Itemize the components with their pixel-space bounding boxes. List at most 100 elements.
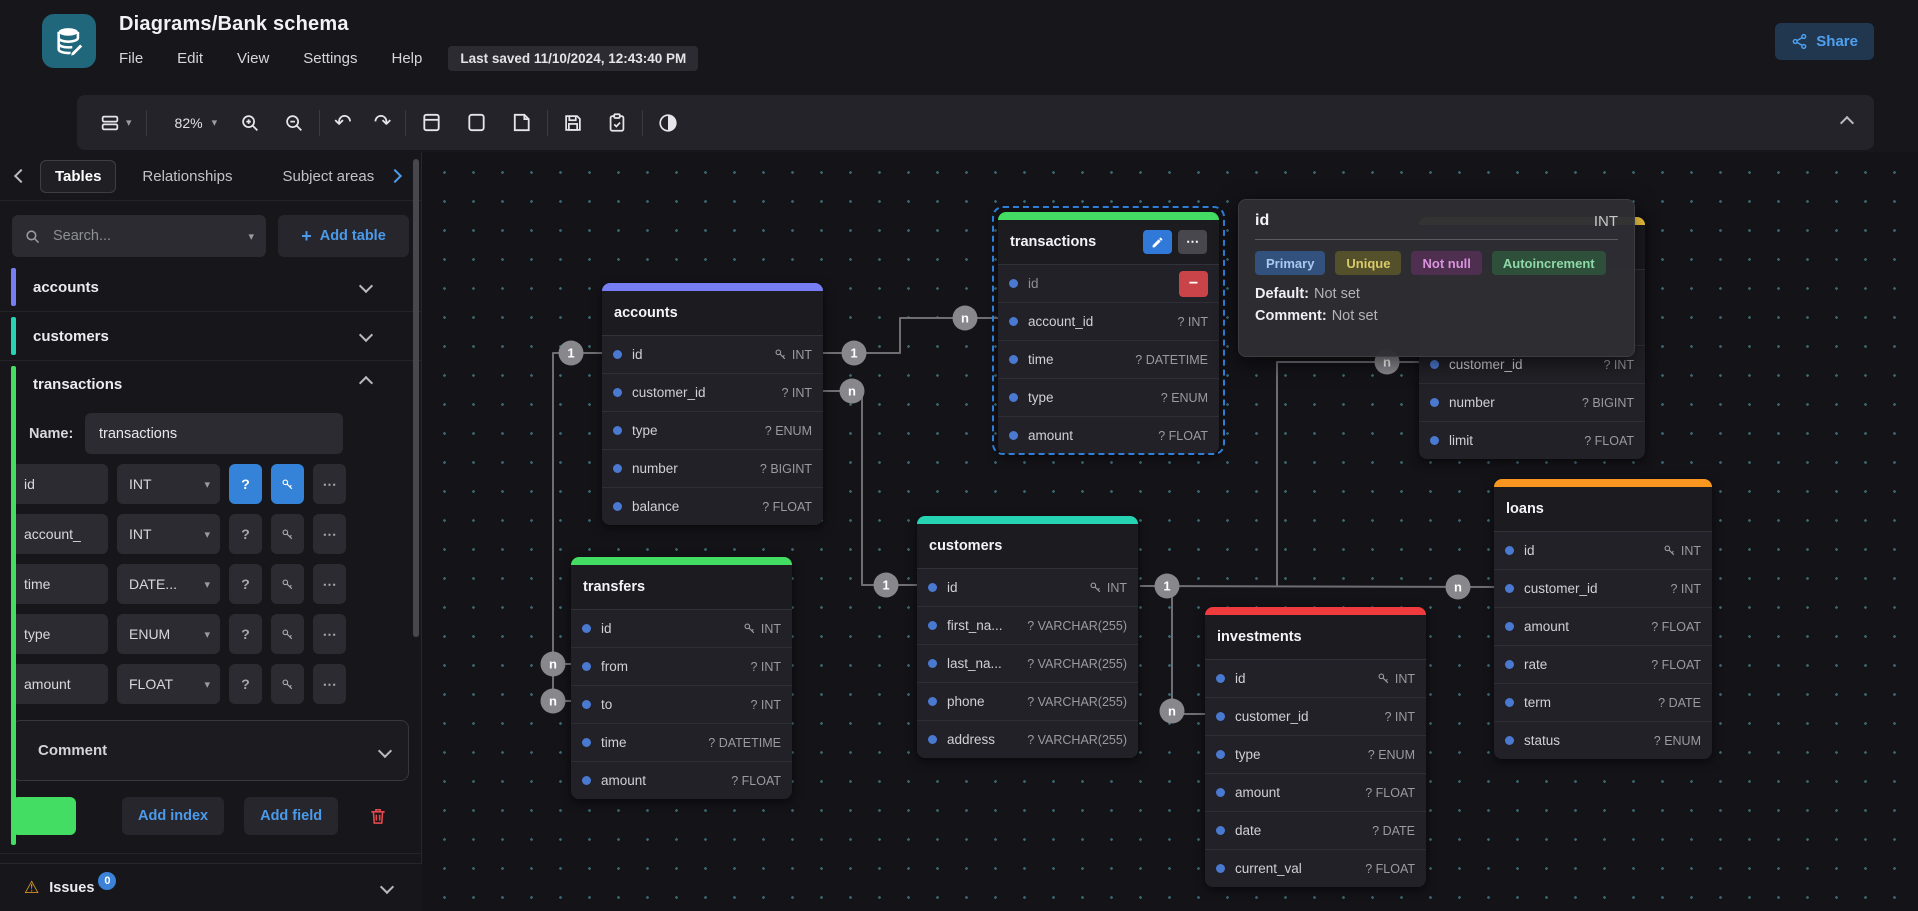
header-layout-button[interactable]: ▾	[99, 112, 132, 134]
edit-table-button[interactable]	[1143, 230, 1172, 254]
field-row-loans-term[interactable]: term? DATE	[1494, 684, 1712, 722]
field-type-select[interactable]: FLOAT▾	[117, 664, 220, 704]
field-name-input[interactable]: id	[12, 464, 108, 504]
field-row-transfers-time[interactable]: time? DATETIME	[571, 724, 792, 762]
sidebar-table-accounts[interactable]: accounts	[0, 263, 421, 312]
field-row-loans-rate[interactable]: rate? FLOAT	[1494, 646, 1712, 684]
table-card-investments[interactable]: investmentsidINTcustomer_id? INTtype? EN…	[1205, 607, 1426, 887]
table-name-input[interactable]	[85, 413, 343, 454]
table-header-transfers[interactable]: transfers	[571, 565, 792, 610]
field-type-select[interactable]: ENUM▾	[117, 614, 220, 654]
delete-table-button[interactable]	[368, 806, 388, 826]
tab-subject-areas[interactable]: Subject areas	[268, 161, 382, 192]
field-type-select[interactable]: DATE...▾	[117, 564, 220, 604]
primary-key-toggle-button[interactable]	[271, 664, 304, 704]
diagram-canvas[interactable]: 1nn1nn11nnn accountsidINTcustomer_id? IN…	[422, 152, 1918, 911]
add-table-tool-button[interactable]	[420, 111, 443, 134]
caret-down-icon[interactable]: ▾	[248, 230, 254, 243]
field-more-options-button[interactable]: ⋯	[313, 664, 346, 704]
add-table-button[interactable]: + Add table	[278, 215, 409, 257]
field-row-investments-current_val[interactable]: current_val? FLOAT	[1205, 850, 1426, 887]
field-row-accounts-number[interactable]: number? BIGINT	[602, 450, 823, 488]
table-header-investments[interactable]: investments	[1205, 615, 1426, 660]
app-logo[interactable]	[42, 14, 96, 68]
primary-key-toggle-button[interactable]	[271, 514, 304, 554]
tab-relationships[interactable]: Relationships	[128, 161, 246, 192]
table-header-loans[interactable]: loans	[1494, 487, 1712, 532]
nullable-toggle-button[interactable]: ?	[229, 614, 262, 654]
todo-button[interactable]	[606, 112, 628, 134]
undo-button[interactable]: ↶	[334, 112, 352, 133]
field-row-transfers-amount[interactable]: amount? FLOAT	[571, 762, 792, 799]
table-header-customers[interactable]: customers	[917, 524, 1138, 569]
add-note-tool-button[interactable]	[510, 111, 533, 134]
field-row-accounts-customer_id[interactable]: customer_id? INT	[602, 374, 823, 412]
field-row-loans-customer_id[interactable]: customer_id? INT	[1494, 570, 1712, 608]
field-row-transfers-to[interactable]: to? INT	[571, 686, 792, 724]
field-row-customers-phone[interactable]: phone? VARCHAR(255)	[917, 683, 1138, 721]
issues-expand-button[interactable]	[382, 879, 392, 897]
primary-key-toggle-button[interactable]	[271, 564, 304, 604]
field-row-unnamed-limit[interactable]: limit? FLOAT	[1419, 422, 1645, 459]
issues-panel[interactable]: ⚠ Issues 0	[0, 863, 422, 911]
field-name-input[interactable]: type	[12, 614, 108, 654]
menu-help[interactable]: Help	[391, 50, 422, 67]
field-row-accounts-balance[interactable]: balance? FLOAT	[602, 488, 823, 525]
field-row-unnamed-number[interactable]: number? BIGINT	[1419, 384, 1645, 422]
field-row-investments-id[interactable]: idINT	[1205, 660, 1426, 698]
table-card-customers[interactable]: customersidINTfirst_na...? VARCHAR(255)l…	[917, 516, 1138, 758]
table-card-transactions[interactable]: transactions⋯id−account_id? INTtime? DAT…	[998, 212, 1219, 454]
table-card-accounts[interactable]: accountsidINTcustomer_id? INTtype? ENUMn…	[602, 283, 823, 525]
field-row-accounts-id[interactable]: idINT	[602, 336, 823, 374]
menu-file[interactable]: File	[119, 50, 143, 67]
field-row-investments-customer_id[interactable]: customer_id? INT	[1205, 698, 1426, 736]
field-name-input[interactable]: time	[12, 564, 108, 604]
zoom-level-dropdown[interactable]: 82% ▾	[161, 115, 218, 131]
field-row-transfers-id[interactable]: idINT	[571, 610, 792, 648]
field-row-transactions-id[interactable]: id−	[998, 265, 1219, 303]
tab-tables[interactable]: Tables	[40, 160, 116, 193]
theme-toggle-button[interactable]	[657, 112, 679, 134]
field-type-select[interactable]: INT▾	[117, 514, 220, 554]
field-more-options-button[interactable]: ⋯	[313, 514, 346, 554]
menu-edit[interactable]: Edit	[177, 50, 203, 67]
table-card-transfers[interactable]: transfersidINTfrom? INTto? INTtime? DATE…	[571, 557, 792, 799]
add-area-tool-button[interactable]	[465, 111, 488, 134]
field-name-input[interactable]: account_	[12, 514, 108, 554]
sidebar-table-transactions[interactable]: transactions	[0, 361, 421, 407]
zoom-out-button[interactable]	[283, 112, 305, 134]
field-row-customers-address[interactable]: address? VARCHAR(255)	[917, 721, 1138, 758]
field-more-options-button[interactable]: ⋯	[313, 614, 346, 654]
search-input[interactable]	[51, 227, 243, 245]
delete-field-button[interactable]: −	[1179, 271, 1208, 297]
field-row-loans-amount[interactable]: amount? FLOAT	[1494, 608, 1712, 646]
field-row-transactions-time[interactable]: time? DATETIME	[998, 341, 1219, 379]
collapse-toolbar-button[interactable]	[1842, 118, 1852, 128]
field-name-input[interactable]: amount	[12, 664, 108, 704]
save-button[interactable]	[562, 112, 584, 134]
table-color-swatch[interactable]	[12, 797, 76, 835]
field-row-investments-date[interactable]: date? DATE	[1205, 812, 1426, 850]
primary-key-toggle-button[interactable]	[271, 614, 304, 654]
primary-key-toggle-button[interactable]	[271, 464, 304, 504]
nullable-toggle-button[interactable]: ?	[229, 664, 262, 704]
menu-view[interactable]: View	[237, 50, 269, 67]
field-row-transactions-type[interactable]: type? ENUM	[998, 379, 1219, 417]
field-row-investments-amount[interactable]: amount? FLOAT	[1205, 774, 1426, 812]
field-row-customers-last_na...[interactable]: last_na...? VARCHAR(255)	[917, 645, 1138, 683]
zoom-in-button[interactable]	[239, 112, 261, 134]
field-row-transfers-from[interactable]: from? INT	[571, 648, 792, 686]
redo-button[interactable]: ↷	[374, 112, 392, 133]
tabs-scroll-right-button[interactable]	[384, 171, 406, 181]
share-button[interactable]: Share	[1775, 23, 1874, 60]
field-row-transactions-amount[interactable]: amount? FLOAT	[998, 417, 1219, 454]
field-more-options-button[interactable]: ⋯	[313, 564, 346, 604]
table-search[interactable]: ▾	[12, 215, 266, 257]
sidebar-scrollbar[interactable]	[413, 159, 419, 637]
nullable-toggle-button[interactable]: ?	[229, 564, 262, 604]
tabs-scroll-left-button[interactable]	[10, 171, 32, 181]
nullable-toggle-button[interactable]: ?	[229, 514, 262, 554]
field-row-customers-first_na...[interactable]: first_na...? VARCHAR(255)	[917, 607, 1138, 645]
table-header-transactions[interactable]: transactions⋯	[998, 220, 1219, 265]
table-more-options-button[interactable]: ⋯	[1178, 230, 1207, 254]
